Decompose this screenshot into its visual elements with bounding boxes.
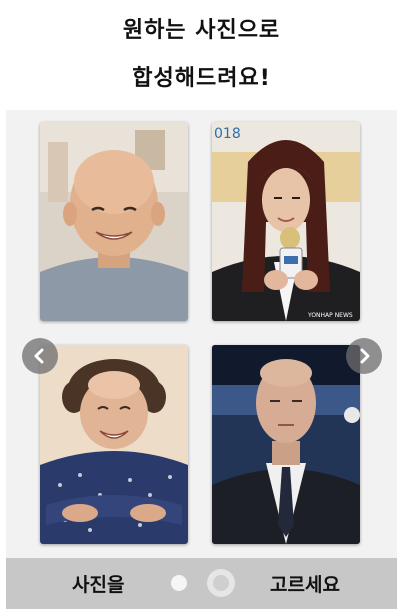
- header-title-line2: 합성해드려요!: [132, 66, 271, 91]
- photo-bald-smiling-man: [40, 122, 188, 321]
- photo-curly-hair-man-arms-crossed: [40, 345, 188, 544]
- footer-bar: 사진을 고르세요: [6, 558, 397, 609]
- chevron-left-icon: [34, 348, 44, 364]
- photo-card-1[interactable]: [40, 122, 188, 321]
- page-indicator-dot-1[interactable]: [171, 575, 187, 591]
- photo-card-2[interactable]: 018 YONHAP NEWS: [212, 122, 360, 321]
- header-title-line1: 원하는 사진으로: [122, 18, 281, 43]
- next-arrow-button[interactable]: [346, 338, 382, 374]
- photo-card-3[interactable]: [40, 345, 188, 544]
- photo-card-4[interactable]: [212, 345, 360, 544]
- photo-long-hair-man-with-microphone: 018 YONHAP NEWS: [212, 122, 360, 321]
- prev-arrow-button[interactable]: [22, 338, 58, 374]
- watermark-bottom: YONHAP NEWS: [307, 312, 353, 319]
- photo-man-in-suit: [212, 345, 360, 544]
- photo-gallery: 018 YONHAP NEWS: [6, 110, 397, 558]
- watermark-top: 018: [214, 126, 241, 142]
- page-indicator-dot-2-active[interactable]: [213, 575, 229, 591]
- footer-label-right[interactable]: 고르세요: [270, 570, 340, 597]
- header: 원하는 사진으로 합성해드려요!: [0, 0, 403, 110]
- chevron-right-icon: [360, 348, 370, 364]
- footer-label-left[interactable]: 사진을: [72, 570, 124, 597]
